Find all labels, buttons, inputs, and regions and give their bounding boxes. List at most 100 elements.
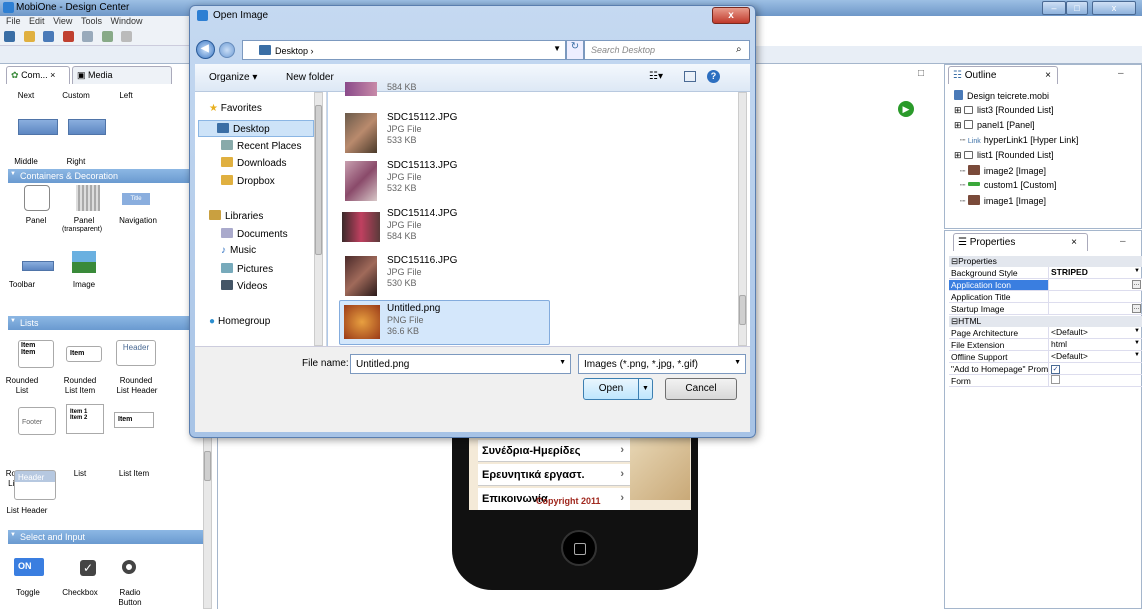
nav-videos[interactable]: Videos (221, 280, 267, 292)
dropdown-arrow-icon[interactable]: ▼ (1134, 268, 1140, 274)
prop-file-extension[interactable]: File Extension html ▼ (949, 339, 1142, 351)
outline-root[interactable]: Design teicrete.mobi (954, 90, 1049, 101)
help-icon[interactable]: ? (707, 70, 720, 83)
prop-application-icon[interactable]: Application Icon… (949, 279, 1142, 291)
prop-value[interactable]: html (1048, 339, 1142, 350)
refresh-icon[interactable]: ↻ (566, 40, 584, 60)
prop-value[interactable]: STRIPED (1048, 267, 1142, 278)
minimize-outline-icon[interactable]: – (1118, 68, 1124, 79)
paste-icon[interactable] (121, 31, 133, 42)
minimize-button[interactable]: – (1042, 1, 1066, 15)
file-row-untitled[interactable]: Untitled.png PNG File 36.6 KB (339, 300, 550, 345)
palette-list-item-widget[interactable]: Item (114, 412, 154, 428)
prop-value[interactable] (1048, 279, 1142, 290)
browse-button[interactable]: … (1132, 280, 1141, 289)
outline-item-hyperlink1[interactable]: ┈ Link hyperLink1 [Hyper Link] (960, 135, 1078, 146)
homepage-checkbox[interactable]: ✓ (1051, 365, 1060, 374)
nav-music[interactable]: ♪ Music (221, 245, 256, 256)
file-type-filter[interactable]: Images (*.png, *.jpg, *.gif) ▼ (578, 354, 746, 374)
prop-value[interactable]: <Default> (1048, 327, 1142, 338)
dropdown-arrow-icon[interactable]: ▼ (1134, 328, 1140, 334)
palette-middle-widget[interactable] (18, 119, 58, 135)
nav-downloads[interactable]: Downloads (221, 157, 286, 169)
phone-menu-item-conferences[interactable]: Συνέδρια-Ημερίδες › (478, 440, 630, 462)
tab-components[interactable]: ✿ Com... × (6, 66, 70, 84)
form-checkbox[interactable] (1051, 375, 1060, 384)
outline-item-image2[interactable]: ┈ image2 [Image] (960, 165, 1046, 177)
prop-offline-support[interactable]: Offline Support <Default> ▼ (949, 351, 1142, 363)
palette-rounded-list-widget[interactable]: Item Item (18, 340, 54, 368)
copy-icon[interactable] (82, 31, 94, 42)
open-folder-icon[interactable] (23, 31, 35, 42)
search-input[interactable]: Search Desktop (584, 40, 750, 60)
close-outline-icon[interactable]: × (1045, 70, 1051, 81)
tab-properties[interactable]: ☰ Properties × (953, 233, 1088, 251)
dialog-close-button[interactable]: x (712, 7, 750, 24)
tab-media[interactable]: ▣ Media (72, 66, 172, 84)
palette-navigation-widget[interactable]: Title (122, 193, 150, 205)
properties-group-properties[interactable]: ⊟Properties (949, 256, 1142, 267)
menu-tools[interactable]: Tools (81, 16, 102, 26)
palette-toggle-widget[interactable]: ON (14, 558, 44, 576)
outline-item-list1[interactable]: ⊞ list1 [Rounded List] (954, 150, 1054, 161)
nav-scrollbar[interactable] (314, 92, 323, 346)
outline-item-custom1[interactable]: ┈ custom1 [Custom] (960, 180, 1056, 191)
menu-view[interactable]: View (53, 16, 72, 26)
view-options-icon[interactable]: ☷▾ (649, 71, 671, 82)
section-lists[interactable]: Lists (8, 316, 206, 330)
nav-libraries[interactable]: Libraries (209, 210, 263, 222)
prop-value[interactable] (1048, 303, 1142, 314)
forward-button[interactable] (219, 42, 235, 58)
dropdown-arrow-icon[interactable]: ▼ (1134, 340, 1140, 346)
outline-item-panel1[interactable]: ⊞ panel1 [Panel] (954, 120, 1035, 131)
dropdown-arrow-icon[interactable]: ▼ (1134, 352, 1140, 358)
back-button[interactable]: ◀ (196, 40, 215, 59)
organize-button[interactable]: Organize ▾ (209, 72, 257, 83)
cancel-button[interactable]: Cancel (665, 378, 737, 400)
search-icon[interactable]: ⌕ (736, 44, 742, 55)
prop-value[interactable]: <Default> (1048, 351, 1142, 362)
export-icon[interactable] (62, 31, 74, 42)
save-icon[interactable] (43, 31, 55, 42)
address-bar[interactable]: Desktop › ▼ (242, 40, 566, 60)
prop-value[interactable] (1048, 291, 1142, 302)
section-select-input[interactable]: Select and Input (8, 530, 206, 544)
palette-list-header-widget[interactable]: Header (14, 470, 56, 500)
open-button[interactable]: Open ▼ (583, 378, 653, 400)
nav-desktop[interactable]: Desktop (198, 120, 314, 137)
palette-list-widget[interactable]: Item 1 Item 2 (66, 404, 104, 434)
menu-window[interactable]: Window (110, 16, 142, 26)
nav-pictures[interactable]: Pictures (221, 263, 273, 275)
prop-page-architecture[interactable]: Page Architecture <Default> ▼ (949, 327, 1142, 339)
palette-scrollbar[interactable] (203, 420, 212, 609)
nav-dropbox[interactable]: Dropbox (221, 175, 275, 187)
file-row-partial[interactable]: 584 KB (340, 82, 550, 104)
file-row-sdc15116[interactable]: SDC15116.JPG JPG File 530 KB (340, 253, 550, 301)
menu-edit[interactable]: Edit (29, 16, 45, 26)
maximize-button[interactable]: □ (1066, 1, 1088, 15)
close-window-button[interactable]: x (1092, 1, 1136, 15)
palette-footer-widget[interactable]: Footer (18, 407, 56, 435)
maximize-editor-icon[interactable]: □ (918, 68, 924, 79)
menu-file[interactable]: File (6, 16, 21, 26)
browse-button[interactable]: … (1132, 304, 1141, 313)
nav-favorites[interactable]: ★ Favorites (209, 103, 262, 114)
close-properties-icon[interactable]: × (1071, 237, 1077, 248)
preview-pane-icon[interactable] (684, 71, 696, 82)
checkbox-icon[interactable]: ✓ (80, 560, 96, 576)
nav-recent-places[interactable]: Recent Places (221, 140, 301, 152)
palette-right-widget[interactable] (68, 119, 106, 135)
minimize-properties-icon[interactable]: – (1120, 236, 1126, 247)
section-containers[interactable]: Containers & Decoration (8, 169, 206, 183)
cut-icon[interactable] (101, 31, 113, 42)
new-folder-button[interactable]: New folder (286, 72, 334, 83)
outline-item-image1[interactable]: ┈ image1 [Image] (960, 195, 1046, 207)
tab-outline[interactable]: ☷ Outline × (948, 66, 1058, 84)
file-row-sdc15113[interactable]: SDC15113.JPG JPG File 532 KB (340, 158, 550, 206)
palette-toolbar-widget[interactable] (22, 261, 54, 271)
open-dropdown-icon[interactable]: ▼ (638, 379, 652, 399)
nav-documents[interactable]: Documents (221, 228, 288, 240)
file-row-sdc15114[interactable]: SDC15114.JPG JPG File 584 KB (340, 206, 550, 254)
filename-dropdown-icon[interactable]: ▼ (559, 359, 566, 366)
prop-application-title[interactable]: Application Title (949, 291, 1142, 303)
